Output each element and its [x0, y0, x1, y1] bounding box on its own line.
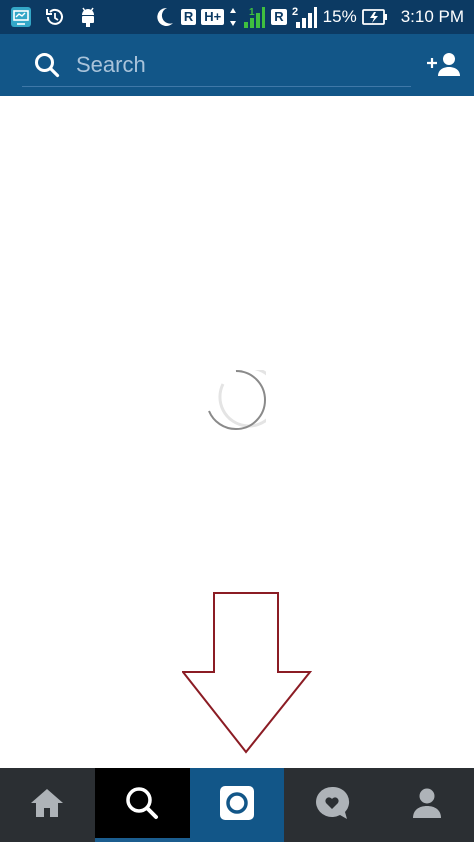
bottom-nav [0, 768, 474, 842]
search-icon [34, 52, 60, 83]
data-arrows-icon [229, 7, 237, 27]
tab-profile[interactable] [379, 768, 474, 842]
svg-text:1: 1 [249, 7, 255, 18]
search-icon [125, 786, 159, 825]
svg-text:2: 2 [292, 6, 298, 18]
search-input[interactable] [74, 46, 398, 84]
sync-icon [44, 6, 66, 28]
status-time: 3:10 PM [400, 7, 464, 26]
battery-percent: 15% [322, 7, 357, 26]
add-person-icon[interactable] [426, 51, 460, 82]
signal-sim2-icon: 2 [292, 5, 318, 29]
search-bar[interactable] [22, 42, 411, 87]
status-notification-icons [10, 6, 98, 28]
status-bar: R H+ 1 R 2 15% 3:10 PM [0, 0, 474, 34]
roaming-r-icon: R [180, 9, 197, 25]
roaming-r-icon: R [271, 9, 287, 25]
hspa-plus-icon: H+ [201, 9, 225, 25]
status-system-icons: R H+ 1 R 2 15% 3:10 PM [152, 0, 464, 34]
tab-home[interactable] [0, 768, 95, 842]
do-not-disturb-moon-icon [152, 5, 176, 29]
loading-spinner-icon [206, 366, 280, 431]
signal-sim1-icon: 1 [242, 5, 266, 29]
heart-bubble-icon [314, 786, 350, 825]
tab-activity[interactable] [284, 768, 379, 842]
search-header [0, 34, 474, 96]
camera-icon [219, 785, 255, 826]
person-icon [411, 787, 443, 824]
down-arrow-annotation-icon [180, 592, 313, 759]
android-debug-icon [78, 6, 98, 28]
tab-camera[interactable] [189, 768, 285, 842]
battery-charging-icon [361, 8, 388, 26]
home-icon [29, 787, 65, 824]
screen-cast-icon [10, 6, 32, 28]
tab-explore[interactable] [94, 768, 190, 842]
